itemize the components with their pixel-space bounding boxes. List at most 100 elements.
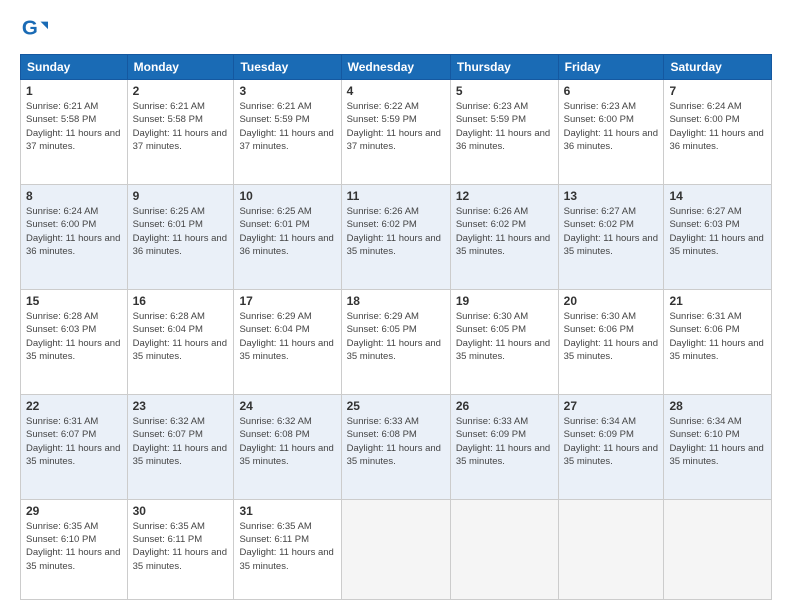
day-info: Sunrise: 6:29 AMSunset: 6:04 PMDaylight:…: [239, 310, 335, 363]
calendar-table: SundayMondayTuesdayWednesdayThursdayFrid…: [20, 54, 772, 600]
day-number: 1: [26, 84, 122, 98]
calendar-cell: 11 Sunrise: 6:26 AMSunset: 6:02 PMDaylig…: [341, 184, 450, 289]
calendar-cell: 18 Sunrise: 6:29 AMSunset: 6:05 PMDaylig…: [341, 289, 450, 394]
weekday-header: Wednesday: [341, 55, 450, 80]
calendar-cell: 19 Sunrise: 6:30 AMSunset: 6:05 PMDaylig…: [450, 289, 558, 394]
day-number: 12: [456, 189, 553, 203]
day-info: Sunrise: 6:34 AMSunset: 6:09 PMDaylight:…: [564, 415, 659, 468]
calendar-cell: 14 Sunrise: 6:27 AMSunset: 6:03 PMDaylig…: [664, 184, 772, 289]
calendar-cell: [341, 499, 450, 599]
day-info: Sunrise: 6:30 AMSunset: 6:05 PMDaylight:…: [456, 310, 553, 363]
calendar-cell: 15 Sunrise: 6:28 AMSunset: 6:03 PMDaylig…: [21, 289, 128, 394]
weekday-header: Tuesday: [234, 55, 341, 80]
calendar-cell: 23 Sunrise: 6:32 AMSunset: 6:07 PMDaylig…: [127, 394, 234, 499]
day-info: Sunrise: 6:21 AMSunset: 5:58 PMDaylight:…: [26, 100, 122, 153]
calendar-cell: 13 Sunrise: 6:27 AMSunset: 6:02 PMDaylig…: [558, 184, 664, 289]
day-info: Sunrise: 6:28 AMSunset: 6:04 PMDaylight:…: [133, 310, 229, 363]
day-info: Sunrise: 6:23 AMSunset: 5:59 PMDaylight:…: [456, 100, 553, 153]
day-number: 2: [133, 84, 229, 98]
calendar-cell: 27 Sunrise: 6:34 AMSunset: 6:09 PMDaylig…: [558, 394, 664, 499]
day-number: 8: [26, 189, 122, 203]
calendar-cell: 9 Sunrise: 6:25 AMSunset: 6:01 PMDayligh…: [127, 184, 234, 289]
day-info: Sunrise: 6:21 AMSunset: 5:58 PMDaylight:…: [133, 100, 229, 153]
calendar-cell: 17 Sunrise: 6:29 AMSunset: 6:04 PMDaylig…: [234, 289, 341, 394]
calendar-cell: 3 Sunrise: 6:21 AMSunset: 5:59 PMDayligh…: [234, 80, 341, 185]
day-info: Sunrise: 6:32 AMSunset: 6:08 PMDaylight:…: [239, 415, 335, 468]
day-info: Sunrise: 6:33 AMSunset: 6:09 PMDaylight:…: [456, 415, 553, 468]
day-info: Sunrise: 6:26 AMSunset: 6:02 PMDaylight:…: [347, 205, 445, 258]
day-info: Sunrise: 6:35 AMSunset: 6:11 PMDaylight:…: [133, 520, 229, 573]
day-info: Sunrise: 6:35 AMSunset: 6:11 PMDaylight:…: [239, 520, 335, 573]
logo: G: [20, 16, 52, 44]
day-number: 20: [564, 294, 659, 308]
day-number: 3: [239, 84, 335, 98]
weekday-header: Thursday: [450, 55, 558, 80]
day-number: 14: [669, 189, 766, 203]
day-number: 31: [239, 504, 335, 518]
calendar-cell: 21 Sunrise: 6:31 AMSunset: 6:06 PMDaylig…: [664, 289, 772, 394]
weekday-header: Friday: [558, 55, 664, 80]
calendar-page: G SundayMondayTuesdayWednesdayThursdayFr…: [0, 0, 792, 612]
calendar-cell: 26 Sunrise: 6:33 AMSunset: 6:09 PMDaylig…: [450, 394, 558, 499]
day-number: 5: [456, 84, 553, 98]
calendar-cell: 28 Sunrise: 6:34 AMSunset: 6:10 PMDaylig…: [664, 394, 772, 499]
calendar-cell: 12 Sunrise: 6:26 AMSunset: 6:02 PMDaylig…: [450, 184, 558, 289]
calendar-cell: 30 Sunrise: 6:35 AMSunset: 6:11 PMDaylig…: [127, 499, 234, 599]
day-info: Sunrise: 6:22 AMSunset: 5:59 PMDaylight:…: [347, 100, 445, 153]
day-info: Sunrise: 6:28 AMSunset: 6:03 PMDaylight:…: [26, 310, 122, 363]
day-number: 16: [133, 294, 229, 308]
page-header: G: [20, 16, 772, 44]
calendar-cell: 20 Sunrise: 6:30 AMSunset: 6:06 PMDaylig…: [558, 289, 664, 394]
day-info: Sunrise: 6:27 AMSunset: 6:02 PMDaylight:…: [564, 205, 659, 258]
day-info: Sunrise: 6:30 AMSunset: 6:06 PMDaylight:…: [564, 310, 659, 363]
day-number: 13: [564, 189, 659, 203]
day-info: Sunrise: 6:34 AMSunset: 6:10 PMDaylight:…: [669, 415, 766, 468]
day-number: 21: [669, 294, 766, 308]
day-number: 26: [456, 399, 553, 413]
day-info: Sunrise: 6:26 AMSunset: 6:02 PMDaylight:…: [456, 205, 553, 258]
day-info: Sunrise: 6:33 AMSunset: 6:08 PMDaylight:…: [347, 415, 445, 468]
calendar-week-row: 15 Sunrise: 6:28 AMSunset: 6:03 PMDaylig…: [21, 289, 772, 394]
day-number: 24: [239, 399, 335, 413]
day-number: 9: [133, 189, 229, 203]
calendar-cell: 16 Sunrise: 6:28 AMSunset: 6:04 PMDaylig…: [127, 289, 234, 394]
day-info: Sunrise: 6:31 AMSunset: 6:06 PMDaylight:…: [669, 310, 766, 363]
day-number: 30: [133, 504, 229, 518]
weekday-header: Saturday: [664, 55, 772, 80]
weekday-header: Monday: [127, 55, 234, 80]
calendar-cell: 25 Sunrise: 6:33 AMSunset: 6:08 PMDaylig…: [341, 394, 450, 499]
day-info: Sunrise: 6:29 AMSunset: 6:05 PMDaylight:…: [347, 310, 445, 363]
calendar-cell: 1 Sunrise: 6:21 AMSunset: 5:58 PMDayligh…: [21, 80, 128, 185]
calendar-cell: 10 Sunrise: 6:25 AMSunset: 6:01 PMDaylig…: [234, 184, 341, 289]
calendar-cell: 4 Sunrise: 6:22 AMSunset: 5:59 PMDayligh…: [341, 80, 450, 185]
calendar-header-row: SundayMondayTuesdayWednesdayThursdayFrid…: [21, 55, 772, 80]
day-number: 17: [239, 294, 335, 308]
calendar-cell: 2 Sunrise: 6:21 AMSunset: 5:58 PMDayligh…: [127, 80, 234, 185]
day-number: 15: [26, 294, 122, 308]
day-number: 11: [347, 189, 445, 203]
calendar-cell: 29 Sunrise: 6:35 AMSunset: 6:10 PMDaylig…: [21, 499, 128, 599]
day-info: Sunrise: 6:25 AMSunset: 6:01 PMDaylight:…: [133, 205, 229, 258]
day-number: 4: [347, 84, 445, 98]
day-number: 27: [564, 399, 659, 413]
day-number: 10: [239, 189, 335, 203]
calendar-cell: 6 Sunrise: 6:23 AMSunset: 6:00 PMDayligh…: [558, 80, 664, 185]
day-info: Sunrise: 6:27 AMSunset: 6:03 PMDaylight:…: [669, 205, 766, 258]
calendar-cell: 24 Sunrise: 6:32 AMSunset: 6:08 PMDaylig…: [234, 394, 341, 499]
day-info: Sunrise: 6:31 AMSunset: 6:07 PMDaylight:…: [26, 415, 122, 468]
day-number: 19: [456, 294, 553, 308]
calendar-cell: 5 Sunrise: 6:23 AMSunset: 5:59 PMDayligh…: [450, 80, 558, 185]
day-info: Sunrise: 6:24 AMSunset: 6:00 PMDaylight:…: [26, 205, 122, 258]
calendar-week-row: 8 Sunrise: 6:24 AMSunset: 6:00 PMDayligh…: [21, 184, 772, 289]
calendar-week-row: 29 Sunrise: 6:35 AMSunset: 6:10 PMDaylig…: [21, 499, 772, 599]
calendar-cell: 8 Sunrise: 6:24 AMSunset: 6:00 PMDayligh…: [21, 184, 128, 289]
svg-text:G: G: [22, 17, 38, 40]
calendar-cell: 7 Sunrise: 6:24 AMSunset: 6:00 PMDayligh…: [664, 80, 772, 185]
day-number: 18: [347, 294, 445, 308]
calendar-week-row: 22 Sunrise: 6:31 AMSunset: 6:07 PMDaylig…: [21, 394, 772, 499]
day-info: Sunrise: 6:32 AMSunset: 6:07 PMDaylight:…: [133, 415, 229, 468]
calendar-cell: [558, 499, 664, 599]
day-number: 25: [347, 399, 445, 413]
weekday-header: Sunday: [21, 55, 128, 80]
day-number: 28: [669, 399, 766, 413]
